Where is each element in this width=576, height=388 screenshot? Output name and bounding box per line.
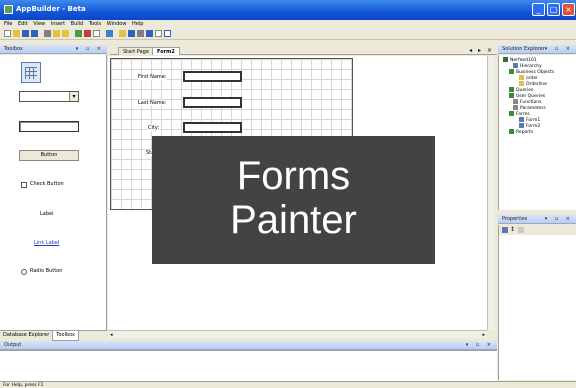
button-control[interactable]: Button: [19, 150, 79, 161]
check-button-label[interactable]: Check Button: [30, 181, 64, 187]
form-icon: [519, 117, 524, 122]
property-pages-icon[interactable]: [518, 227, 524, 233]
dropdown-control[interactable]: ▾: [19, 91, 79, 102]
editor-tab-controls[interactable]: ◂ ▸ ×: [469, 47, 494, 54]
project-icon: [503, 57, 508, 62]
menu-help[interactable]: Help: [132, 20, 143, 29]
tab-database-explorer[interactable]: Database Explorer: [0, 331, 52, 340]
designer-vertical-scrollbar[interactable]: [487, 56, 495, 330]
output-pane: [0, 350, 497, 381]
menu-view[interactable]: View: [33, 20, 45, 29]
window-icon[interactable]: [164, 30, 171, 37]
layout-icon[interactable]: [128, 30, 135, 37]
menu-edit[interactable]: Edit: [18, 20, 28, 29]
solution-explorer-pane: Nerfeed101 Hierarchy Business Objects or…: [498, 55, 576, 210]
minimize-button[interactable]: _: [532, 3, 545, 16]
report-icon: [509, 129, 514, 134]
find-icon[interactable]: [93, 30, 100, 37]
last-name-field[interactable]: [183, 97, 242, 108]
close-button[interactable]: ×: [562, 3, 575, 16]
menu-insert[interactable]: Insert: [51, 20, 65, 29]
form-icon[interactable]: [146, 30, 153, 37]
copy-icon[interactable]: [53, 30, 60, 37]
alphabetical-icon[interactable]: ↕: [510, 226, 515, 233]
app-icon: [4, 5, 13, 14]
output-header: Output ▾ ▫ ×: [0, 341, 497, 350]
title-bar: AppBuilder - Beta _ □ ×: [0, 0, 576, 20]
properties-title: Properties: [502, 216, 528, 222]
debug-icon[interactable]: [106, 30, 113, 37]
menu-file[interactable]: File: [4, 20, 12, 29]
object-icon: [519, 75, 524, 80]
pane-controls[interactable]: ▾ ▫ ×: [545, 215, 573, 224]
label-control[interactable]: Label: [40, 211, 54, 217]
radio-icon[interactable]: [21, 269, 27, 275]
folder-icon: [509, 111, 514, 116]
function-icon: [513, 99, 518, 104]
toolbox-pane: ▾ Button Check Button Label Link Label R…: [0, 55, 107, 330]
save-icon[interactable]: [22, 30, 29, 37]
object-icon: [519, 81, 524, 86]
maximize-button[interactable]: □: [547, 3, 560, 16]
toolbox-title: Toolbox: [4, 46, 23, 52]
solution-explorer-header: Solution Explorer ▾ ▫ ×: [498, 45, 576, 54]
tab-toolbox[interactable]: Toolbox: [52, 331, 80, 341]
window-title: AppBuilder - Beta: [16, 5, 86, 13]
first-name-label[interactable]: First Name:: [138, 74, 167, 80]
first-name-field[interactable]: [183, 71, 242, 82]
status-bar: For Help, press F1: [0, 381, 576, 388]
cut-icon[interactable]: [44, 30, 51, 37]
editor-tabs: Start Page Form2 ◂ ▸ ×: [110, 46, 497, 55]
radio-button-label[interactable]: Radio Button: [30, 268, 62, 274]
output-title: Output: [4, 342, 22, 348]
scroll-left-icon[interactable]: ◂: [110, 332, 113, 338]
caption-line-1: Forms: [236, 154, 351, 198]
properties-header: Properties ▾ ▫ ×: [498, 215, 576, 224]
open-icon[interactable]: [13, 30, 20, 37]
menu-build[interactable]: Build: [71, 20, 84, 29]
menu-window[interactable]: Window: [107, 20, 127, 29]
form-icon: [519, 123, 524, 128]
align-icon[interactable]: [137, 30, 144, 37]
last-name-label[interactable]: Last Name:: [138, 100, 167, 106]
toolbox-bottom-tabs: Database Explorer Toolbox: [0, 330, 107, 341]
tree-item[interactable]: Reports: [509, 129, 533, 136]
parameter-icon: [513, 105, 518, 110]
city-field[interactable]: [183, 122, 242, 133]
scroll-right-icon[interactable]: ▸: [482, 332, 485, 338]
hierarchy-icon: [513, 63, 518, 68]
toolbox-icon[interactable]: [119, 30, 126, 37]
grid-control-icon[interactable]: [21, 62, 41, 83]
folder-icon: [509, 93, 514, 98]
tab-start-page[interactable]: Start Page: [118, 47, 154, 55]
categorized-icon[interactable]: [502, 227, 508, 233]
tab-form2[interactable]: Form2: [152, 47, 180, 55]
toolbox-header: Toolbox ▾ ▫ ×: [0, 45, 107, 54]
page-icon[interactable]: [155, 30, 162, 37]
toolbar: [0, 29, 576, 40]
new-icon[interactable]: [4, 30, 11, 37]
properties-toolbar: ↕: [499, 225, 576, 235]
link-label-control[interactable]: Link Label: [34, 240, 59, 246]
properties-pane: ↕: [498, 225, 576, 380]
stop-icon[interactable]: [84, 30, 91, 37]
pane-controls[interactable]: ▾ ▫ ×: [76, 45, 104, 54]
city-label[interactable]: City:: [148, 125, 160, 131]
menu-bar: File Edit View Insert Build Tools Window…: [0, 20, 576, 29]
save-all-icon[interactable]: [31, 30, 38, 37]
designer-horizontal-scrollbar[interactable]: ◂ ▸: [108, 330, 487, 338]
menu-tools[interactable]: Tools: [89, 20, 101, 29]
folder-icon: [509, 69, 514, 74]
run-icon[interactable]: [75, 30, 82, 37]
paste-icon[interactable]: [62, 30, 69, 37]
checkbox-icon[interactable]: [21, 182, 27, 188]
chevron-down-icon: ▾: [69, 92, 78, 101]
pane-controls[interactable]: ▾ ▫ ×: [466, 341, 494, 350]
solution-explorer-title: Solution Explorer: [502, 46, 545, 52]
caption-line-2: Painter: [230, 198, 357, 242]
pane-controls[interactable]: ▾ ▫ ×: [545, 45, 573, 54]
caption-overlay: Forms Painter: [152, 136, 435, 264]
folder-icon: [509, 87, 514, 92]
textbox-control[interactable]: [19, 121, 79, 132]
